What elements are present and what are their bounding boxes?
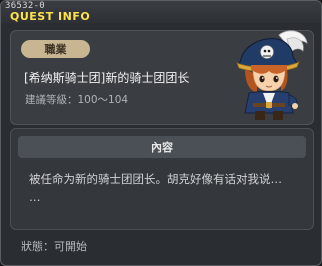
quest-category-badge: 職業: [21, 40, 90, 58]
quest-summary-panel: 職業 [希纳斯骑士团]新的骑士团团长 建議等級：100～104: [10, 30, 314, 125]
quest-status: 狀態：可開始: [21, 240, 87, 253]
content-text: 被任命为新的骑士团团长。胡克好像有话对我说… …: [29, 170, 309, 206]
content-line: …: [29, 190, 41, 204]
quest-content-panel: 內容 被任命为新的骑士团团长。胡克好像有话对我说… …: [10, 128, 314, 230]
npc-portrait-icon: [236, 30, 308, 120]
level-requirement: 建議等級：100～104: [25, 94, 129, 106]
quest-info-window: 36532-0 QUEST INFO 職業 [希纳斯骑士团]新的骑士团团长 建議…: [0, 0, 322, 266]
window-title: QUEST INFO: [10, 10, 91, 23]
title-bar[interactable]: 36532-0 QUEST INFO: [1, 1, 321, 23]
content-header: 內容: [18, 136, 306, 158]
quest-name: [希纳斯骑士团]新的骑士团团长: [24, 71, 190, 85]
content-line: 被任命为新的骑士团团长。胡克好像有话对我说…: [29, 172, 282, 186]
